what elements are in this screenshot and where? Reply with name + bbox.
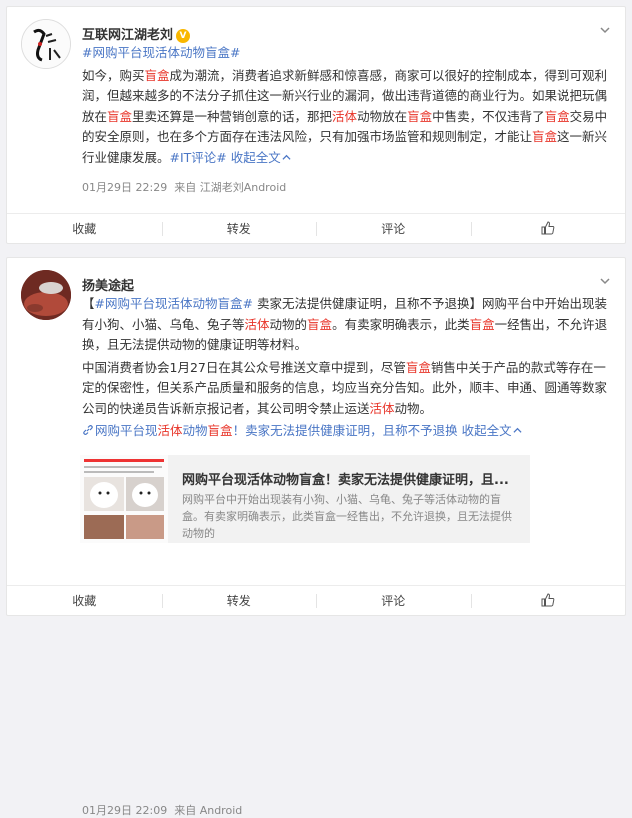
repost-label: 转发 [226,594,251,608]
avatar[interactable] [21,19,71,69]
like-button[interactable] [470,214,626,243]
post-time[interactable]: 01月29日 22:09 [82,804,167,817]
keyword-highlight: 盲盒 [405,359,431,375]
author-name[interactable]: 互联网江湖老刘 V [82,24,191,43]
collect-label: 收藏 [72,222,97,236]
chevron-up-icon [513,427,522,433]
keyword-highlight: 活体 [332,108,358,124]
text-segment: 动物。 [394,400,433,416]
chevron-up-icon [282,154,291,160]
post-text: 【#网购平台现活体动物盲盒# 卖家无法提供健康证明，且称不予退换】网购平台中开始… [82,294,609,444]
post-toolbar: 收藏 转发 评论 [7,585,625,615]
author-name-text[interactable]: 扬美途起 [82,279,134,294]
link-text[interactable]: ！卖家无法提供健康证明，且称不予退换 [233,423,458,438]
chevron-down-icon[interactable] [599,275,611,287]
article-thumbnail [80,455,168,543]
comment-label: 评论 [381,222,406,236]
text-segment: 中售卖，不仅违背了 [432,108,545,124]
keyword-highlight: 活体 [244,316,270,332]
verified-badge-icon: V [176,29,191,43]
text-segment: 【 [82,296,95,311]
comment-button[interactable]: 评论 [316,214,471,243]
text-segment: 动物放在 [357,108,408,124]
topic-link[interactable]: #网购平台现活体动物盲盒# [95,296,253,311]
tag-link[interactable]: #IT评论# [170,150,227,165]
repost-label: 转发 [226,222,251,236]
keyword-highlight: 盲盒 [532,129,558,144]
text-segment: 卖家无法提供健康证明，且称不予退换】 [252,296,482,311]
comment-label: 评论 [381,594,406,608]
collapse-label[interactable]: 收起全文 [231,150,281,165]
keyword-highlight: 盲盒 [107,108,133,124]
article-link[interactable]: 网购平台现活体动物盲盒！卖家无法提供健康证明，且称不予退换 [82,423,458,438]
link-text[interactable]: 动物 [183,423,208,438]
comment-button[interactable]: 评论 [316,586,471,615]
collect-button[interactable]: 收藏 [7,586,162,615]
like-button[interactable] [470,586,626,615]
keyword-highlight: 盲盒 [469,316,495,332]
keyword-highlight: 活体 [369,400,395,416]
thumbs-up-icon [541,593,555,607]
author-name-text[interactable]: 互联网江湖老刘 [82,28,173,43]
keyword-highlight: 盲盒 [407,108,433,124]
text-segment: 。有卖家明确表示，此类 [332,316,470,332]
article-title[interactable]: 网购平台现活体动物盲盒！卖家无法提供健康证明，且... [182,469,522,488]
keyword-highlight[interactable]: 活体 [158,423,183,438]
shared-article-card[interactable]: 网购平台现活体动物盲盒！卖家无法提供健康证明，且... 网购平台中开始出现装有小… [80,455,530,543]
collapse-link[interactable]: 收起全文 [462,423,522,438]
post-meta: 01月29日 22:09 来自 Android [82,802,242,818]
collect-label: 收藏 [72,594,97,608]
repost-button[interactable]: 转发 [161,214,317,243]
collapse-label[interactable]: 收起全文 [462,423,512,438]
repost-button[interactable]: 转发 [161,586,317,615]
topic-link[interactable]: #网购平台现活体动物盲盒# [82,45,240,60]
chevron-down-icon[interactable] [599,24,611,36]
text-segment: 如今，购买 [82,67,145,83]
text-segment: 动物的 [269,316,308,332]
thumbs-up-icon [541,221,555,235]
avatar[interactable] [21,270,71,320]
keyword-highlight: 盲盒 [144,67,170,83]
author-name[interactable]: 扬美途起 [82,275,134,294]
post-source: 来自 Android [174,804,243,817]
post-meta: 01月29日 22:29 来自 江湖老刘Android [82,179,286,195]
link-icon [83,425,93,435]
weibo-post-1: 互联网江湖老刘 V #网购平台现活体动物盲盒# 如今，购买盲盒成为潮流，消费者追求… [6,6,626,244]
post-text: #网购平台现活体动物盲盒# 如今，购买盲盒成为潮流，消费者追求新鲜感和惊喜感，商… [82,43,609,170]
keyword-highlight: 盲盒 [307,316,333,332]
post-toolbar: 收藏 转发 评论 [7,213,625,243]
keyword-highlight: 盲盒 [544,108,570,124]
text-segment: 中国消费者协会1月27日在其公众号推送文章中提到，尽管 [82,359,406,375]
post-time[interactable]: 01月29日 22:29 [82,181,167,194]
weibo-post-2: 扬美途起 【#网购平台现活体动物盲盒# 卖家无法提供健康证明，且称不予退换】网购… [6,257,626,817]
keyword-highlight[interactable]: 盲盒 [208,423,233,438]
collect-button[interactable]: 收藏 [7,214,162,243]
link-text[interactable]: 网购平台现 [95,423,158,438]
text-segment: 里卖还算是一种营销创意的话，那把 [132,108,333,124]
post-source: 来自 江湖老刘Android [174,181,287,194]
article-description: 网购平台中开始出现装有小狗、小猫、乌龟、兔子等活体动物的盲盒。有卖家明确表示，此… [182,493,512,540]
collapse-link[interactable]: 收起全文 [231,150,291,165]
